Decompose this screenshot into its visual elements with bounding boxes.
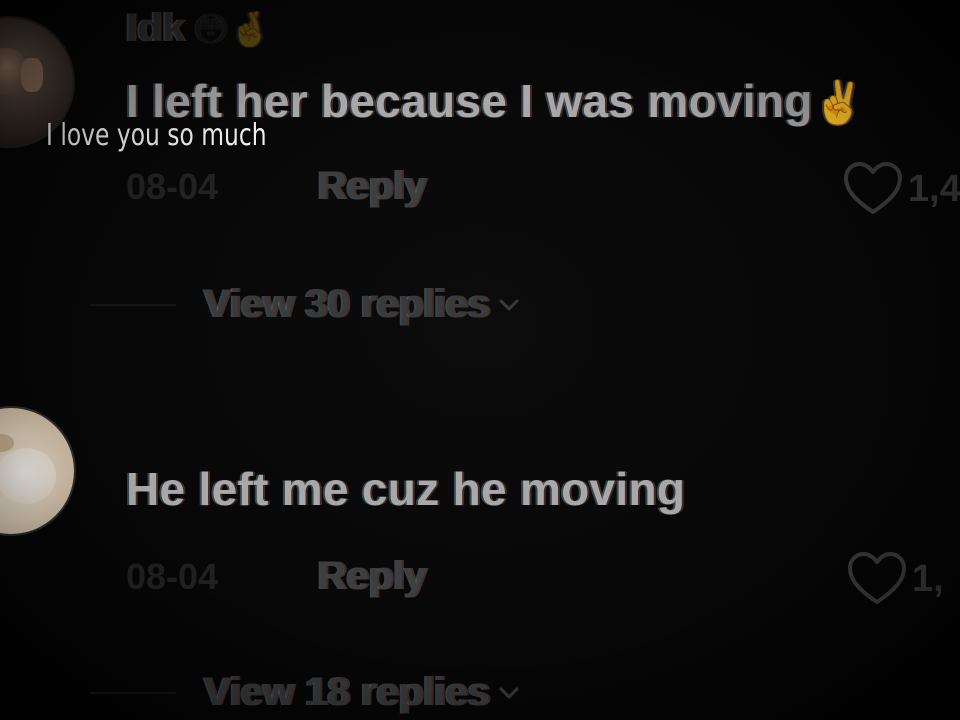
- comment-date: 08-04: [126, 166, 219, 207]
- chevron-down-icon: [499, 299, 519, 310]
- view-replies-label: View 18 replies: [204, 670, 491, 714]
- like-button[interactable]: 1,4: [842, 160, 960, 218]
- reply-button[interactable]: Reply: [318, 164, 427, 209]
- comments-screen: Idk 😳🤞 I left her because I was moving✌️ …: [0, 0, 960, 720]
- comment-date: 08-04: [126, 556, 219, 597]
- divider-line: [90, 691, 176, 694]
- divider-line: [90, 303, 176, 306]
- heart-outline-icon: [848, 552, 906, 604]
- view-replies-label: View 30 replies: [204, 282, 491, 326]
- username-emoji: 😳🤞: [193, 11, 273, 49]
- comment-text: He left me cuz he moving: [126, 463, 686, 515]
- avatar-hand: [21, 58, 43, 92]
- overlay-caption: I love you so much: [46, 118, 267, 153]
- username-text: Idk: [126, 6, 186, 50]
- comment-username[interactable]: Idk 😳🤞: [126, 6, 272, 51]
- avatar-cat-ear: [0, 434, 14, 452]
- chevron-down-icon: [499, 687, 519, 698]
- avatar-cat: [0, 448, 56, 504]
- like-button[interactable]: 1,: [846, 550, 944, 608]
- comment-emoji: ✌️: [812, 79, 866, 126]
- reply-button[interactable]: Reply: [318, 554, 427, 599]
- view-replies-button[interactable]: View 18 replies: [90, 670, 520, 715]
- heart-outline-icon: [844, 162, 902, 214]
- like-count: 1,: [912, 557, 944, 600]
- view-replies-button[interactable]: View 30 replies: [90, 282, 520, 327]
- like-count: 1,4: [908, 167, 960, 210]
- avatar[interactable]: [0, 408, 74, 534]
